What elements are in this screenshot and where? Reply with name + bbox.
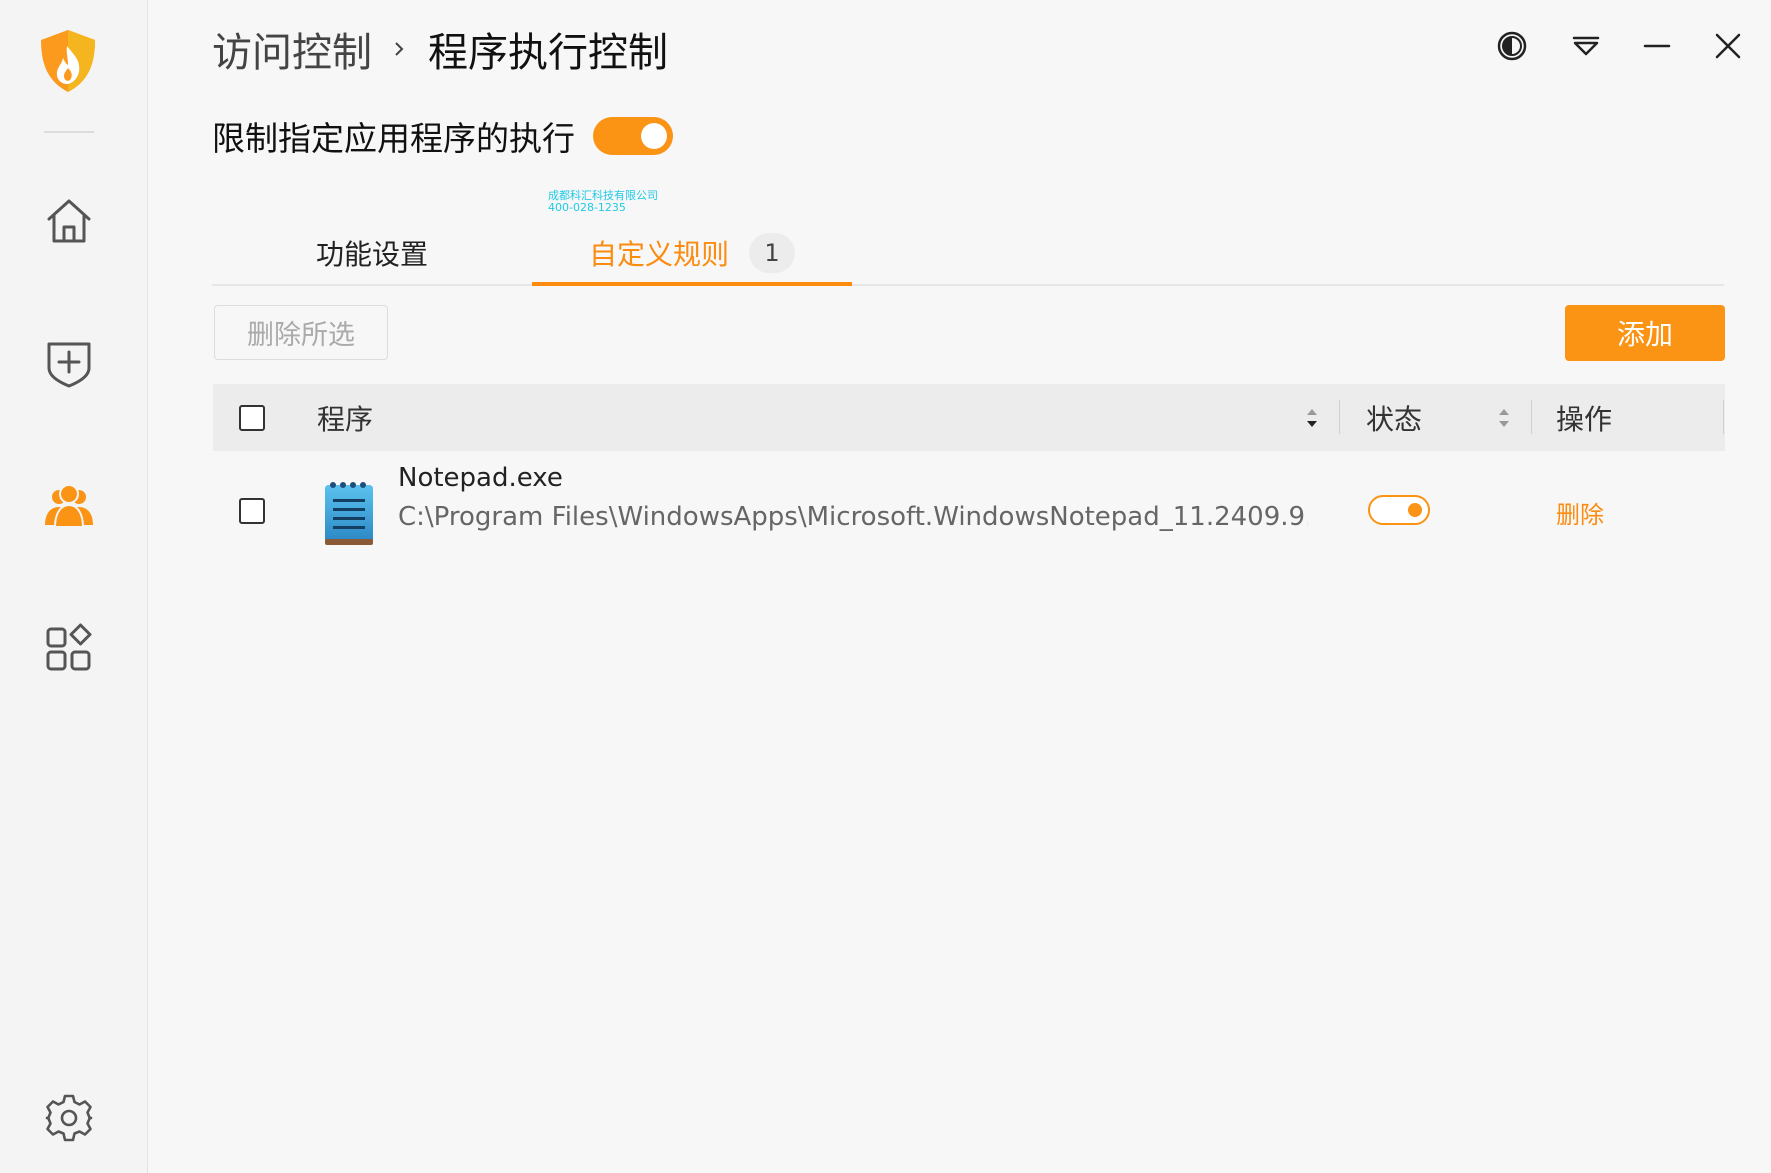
theme-icon — [1497, 31, 1527, 61]
program-name: Notepad.exe — [398, 463, 563, 493]
restrict-toggle[interactable] — [593, 117, 673, 155]
sort-status-icon[interactable] — [1497, 406, 1511, 430]
table-row: Notepad.exe C:\Program Files\WindowsApps… — [213, 451, 1725, 571]
column-divider — [1339, 400, 1340, 434]
rule-count-badge: 1 — [749, 233, 795, 273]
column-divider — [1531, 400, 1532, 434]
sidebar-divider — [44, 131, 94, 133]
tab-label: 自定义规则 — [588, 238, 729, 271]
breadcrumb-parent[interactable]: 访问控制 — [212, 20, 372, 78]
restrict-label: 限制指定应用程序的执行 — [212, 119, 575, 158]
gear-icon — [45, 1094, 93, 1142]
restrict-setting: 限制指定应用程序的执行 — [212, 112, 673, 160]
tab-custom-rules[interactable]: 自定义规则 1 — [532, 222, 852, 286]
sidebar-item-access-control[interactable] — [40, 476, 98, 534]
column-action: 操作 — [1556, 402, 1613, 436]
delete-selected-button[interactable]: 删除所选 — [214, 305, 388, 360]
skin-button[interactable] — [1564, 24, 1608, 68]
row-checkbox[interactable] — [239, 498, 265, 524]
sidebar-item-protection[interactable] — [40, 333, 98, 391]
tab-label: 功能设置 — [315, 238, 428, 271]
sidebar-item-home[interactable] — [40, 192, 98, 250]
sidebar — [0, 0, 148, 1173]
app-logo — [37, 28, 99, 94]
close-button[interactable] — [1706, 24, 1750, 68]
skin-icon — [1572, 36, 1600, 56]
notepad-icon — [325, 482, 373, 545]
chevron-right-icon — [395, 42, 404, 56]
breadcrumb: 访问控制 程序执行控制 — [212, 20, 668, 78]
watermark-phone: 400-028-1235 — [548, 201, 626, 214]
watermark: 成都科汇科技有限公司 400-028-1235 — [548, 190, 658, 214]
select-all-checkbox[interactable] — [239, 404, 265, 431]
column-divider — [1723, 400, 1724, 434]
page-title: 程序执行控制 — [428, 30, 668, 76]
sidebar-item-apps[interactable] — [40, 619, 98, 677]
sidebar-item-settings[interactable] — [40, 1089, 98, 1147]
minimize-icon — [1643, 44, 1671, 48]
apps-grid-icon — [46, 623, 92, 671]
program-path: C:\Program Files\WindowsApps\Microsoft.W… — [398, 502, 1308, 532]
add-button[interactable]: 添加 — [1565, 305, 1725, 361]
shield-plus-icon — [47, 342, 91, 388]
header-checkbox-cell — [239, 384, 265, 451]
minimize-button[interactable] — [1635, 24, 1679, 68]
sort-program-icon[interactable] — [1305, 406, 1319, 430]
column-status: 状态 — [1366, 402, 1423, 436]
users-icon — [45, 484, 93, 528]
table-header: 程序 状态 操作 — [213, 384, 1725, 451]
tab-bar: 功能设置 自定义规则 1 — [212, 222, 1724, 286]
status-toggle[interactable] — [1368, 495, 1430, 525]
delete-link[interactable]: 删除 — [1556, 495, 1604, 530]
column-program: 程序 — [317, 402, 374, 436]
tab-feature-settings[interactable]: 功能设置 — [212, 222, 532, 284]
theme-button[interactable] — [1490, 24, 1534, 68]
close-icon — [1715, 33, 1741, 59]
home-icon — [47, 199, 91, 243]
